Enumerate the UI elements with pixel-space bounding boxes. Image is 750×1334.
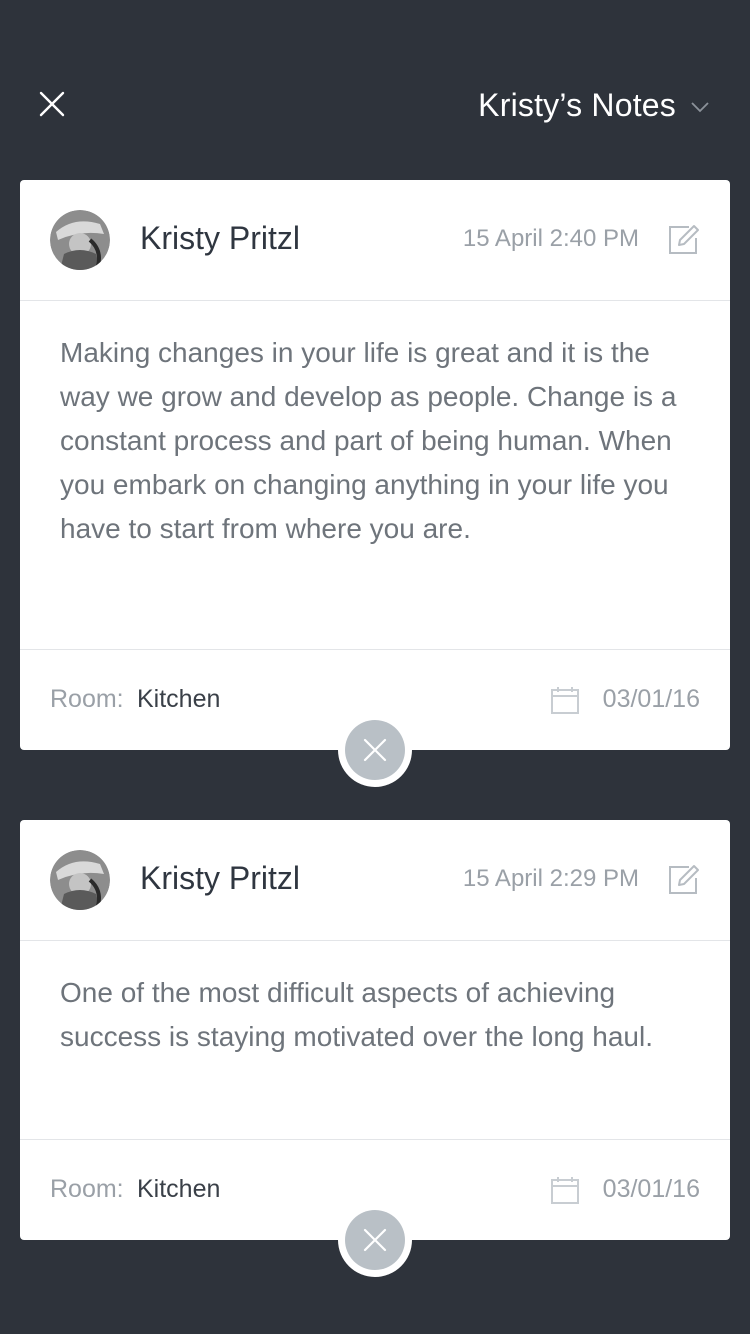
- room-label: Room:: [50, 685, 124, 713]
- delete-button-circle: [345, 1210, 405, 1270]
- note-date: 03/01/16: [602, 685, 700, 713]
- avatar: [50, 850, 110, 910]
- room-label: Room:: [50, 1175, 124, 1203]
- note-author: Kristy Pritzl: [140, 220, 300, 256]
- note-card: Kristy Pritzl 15 April 2:40 PM Making ch…: [20, 180, 730, 750]
- edit-icon: [669, 865, 699, 894]
- calendar-icon: [551, 687, 579, 714]
- note-header: Kristy Pritzl 15 April 2:29 PM: [20, 820, 730, 941]
- close-icon: [39, 91, 65, 117]
- close-button[interactable]: [26, 78, 78, 130]
- delete-note-button[interactable]: [338, 1203, 412, 1277]
- delete-button-circle: [345, 720, 405, 780]
- close-icon: [363, 1228, 387, 1252]
- note-header: Kristy Pritzl 15 April 2:40 PM: [20, 180, 730, 301]
- chevron-down-icon: [690, 101, 710, 113]
- note-author: Kristy Pritzl: [140, 860, 300, 896]
- edit-button[interactable]: [666, 862, 702, 898]
- header: Kristy’s Notes: [0, 0, 750, 180]
- note-timestamp: 15 April 2:40 PM: [462, 225, 639, 252]
- note-card: Kristy Pritzl 15 April 2:29 PM One of th…: [20, 820, 730, 1240]
- calendar-icon: [551, 1177, 579, 1204]
- room-value: Kitchen: [137, 1175, 221, 1203]
- close-icon: [363, 738, 387, 762]
- delete-note-button[interactable]: [338, 713, 412, 787]
- note-text: One of the most difficult aspects of ach…: [60, 977, 653, 1052]
- note-timestamp: 15 April 2:29 PM: [462, 865, 639, 892]
- edit-button[interactable]: [666, 222, 702, 258]
- room-value: Kitchen: [137, 685, 221, 713]
- notes-title-dropdown[interactable]: Kristy’s Notes: [478, 82, 710, 128]
- avatar: [50, 210, 110, 270]
- edit-icon: [669, 225, 699, 254]
- page-title: Kristy’s Notes: [478, 86, 676, 123]
- note-date: 03/01/16: [602, 1175, 700, 1203]
- note-text: Making changes in your life is great and…: [60, 337, 677, 544]
